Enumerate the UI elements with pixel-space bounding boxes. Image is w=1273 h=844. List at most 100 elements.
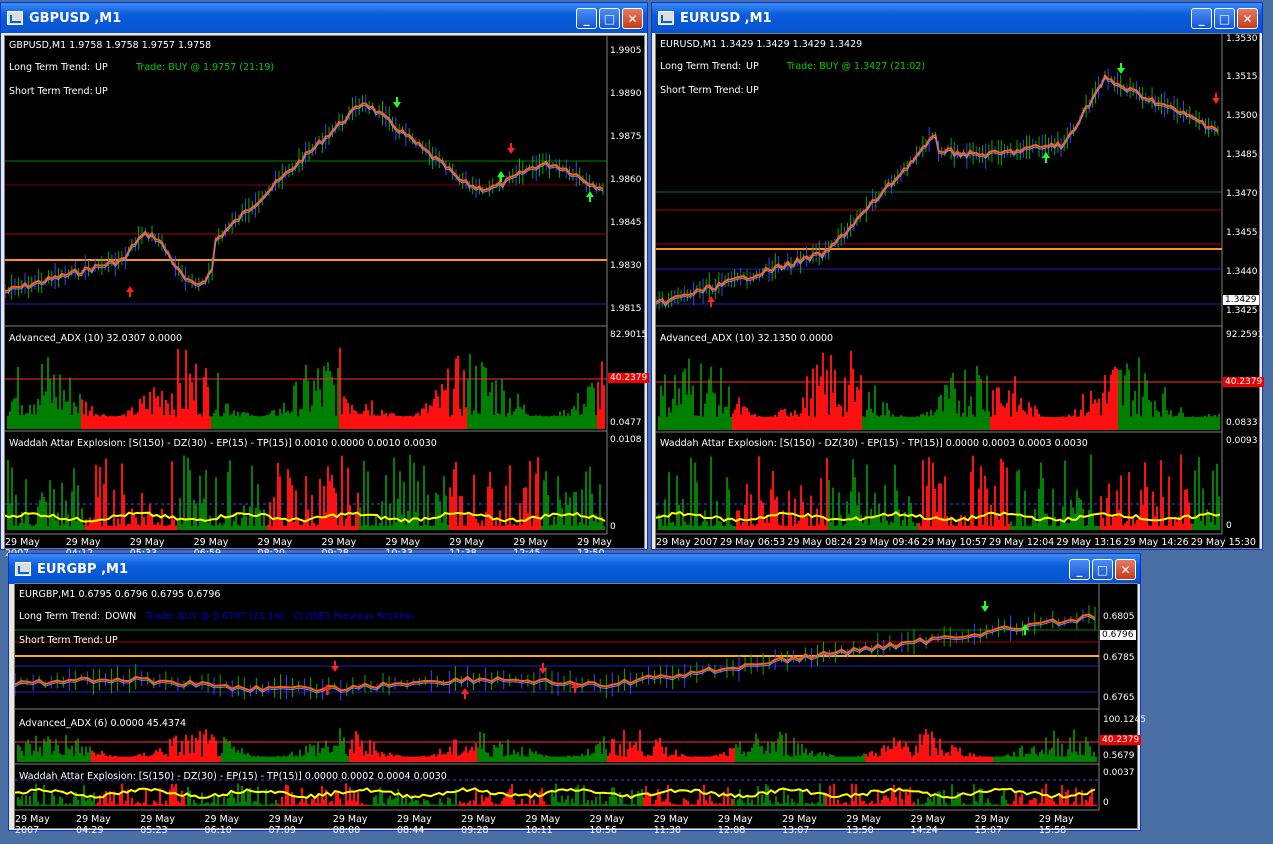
adx-bar [912, 416, 914, 430]
wae-bar [868, 525, 870, 530]
chart-canvas[interactable]: EURUSD,M1 1.3429 1.3429 1.3429 1.3429 Lo… [655, 33, 1265, 549]
adx-bar [1066, 416, 1068, 430]
chart-canvas[interactable]: GBPUSD,M1 1.9758 1.9758 1.9757 1.9758 Lo… [4, 35, 650, 559]
wae-bar [13, 525, 15, 530]
maximize-button[interactable]: □ [1092, 559, 1113, 580]
adx-bar [99, 416, 101, 429]
wae-bar [491, 801, 493, 806]
wae-bar [391, 799, 393, 806]
wae-bar [395, 797, 397, 806]
wae-bar [1170, 517, 1172, 530]
wae-bar [978, 488, 980, 530]
wae-bar [475, 790, 477, 806]
titlebar[interactable]: EURUSD ,M1 _ □ ✕ [652, 3, 1262, 33]
adx-bar [539, 754, 541, 762]
wae-bar [627, 804, 629, 806]
wae-bar [417, 481, 419, 530]
adx-bar [1040, 416, 1042, 430]
wae-bar [591, 800, 593, 806]
adx-bar [859, 756, 861, 762]
time-label: 29 May 09:46 [854, 537, 920, 548]
adx-bar [21, 405, 23, 429]
adx-bar [658, 416, 660, 430]
wae-bar [181, 790, 183, 806]
adx-bar [982, 409, 984, 430]
wae-bar [1050, 525, 1052, 530]
adx-bar [850, 350, 852, 430]
wae-bar [677, 804, 679, 806]
wae-bar [475, 518, 477, 530]
wae-bar [1010, 521, 1012, 530]
adx-bar [119, 756, 121, 762]
adx-bar [401, 756, 403, 762]
sell-arrow-icon [507, 143, 515, 154]
wae-bar [839, 804, 841, 806]
adx-bar [231, 413, 233, 429]
minimize-button[interactable]: _ [1069, 559, 1090, 580]
wae-bar [285, 525, 287, 530]
wae-bar [748, 525, 750, 530]
adx-bar [739, 741, 741, 762]
wae-bar [521, 798, 523, 806]
wae-bar [49, 804, 51, 806]
adx-bar [714, 393, 716, 430]
chart-canvas[interactable]: EURGBP,M1 0.6795 0.6796 0.6795 0.6796 Lo… [14, 583, 1146, 836]
wae-bar [355, 801, 357, 806]
maximize-button[interactable]: □ [1214, 8, 1235, 29]
adx-bar [335, 415, 337, 429]
adx-bar [883, 744, 885, 762]
wae-bar [327, 804, 329, 806]
adx-bar [59, 374, 61, 429]
minimize-button[interactable]: _ [1191, 8, 1212, 29]
adx-bar [746, 408, 748, 430]
adx-bar [1037, 755, 1039, 762]
wae-bar [1110, 525, 1112, 530]
adx-bar [986, 375, 988, 430]
chart-window-gbpusd[interactable]: GBPUSD ,M1 _ □ ✕ GBPUSD,M1 1.9758 1.9758… [0, 2, 650, 559]
adx-bar [1023, 756, 1025, 762]
chart-window-eurusd[interactable]: EURUSD ,M1 _ □ ✕ EURUSD,M1 1.3429 1.3429… [651, 2, 1265, 550]
titlebar[interactable]: EURGBP ,M1 _ □ ✕ [9, 554, 1140, 584]
close-button[interactable]: ✕ [1115, 559, 1136, 580]
adx-bar [259, 416, 261, 429]
wae-bar [477, 804, 479, 806]
adx-bar [509, 398, 511, 429]
wae-bar [417, 800, 419, 806]
close-button[interactable]: ✕ [622, 8, 643, 29]
wae-bar [724, 525, 726, 530]
titlebar[interactable]: GBPUSD ,M1 _ □ ✕ [1, 3, 647, 33]
adx-bar [383, 753, 385, 762]
wae-bar [813, 803, 815, 806]
minimize-button[interactable]: _ [576, 8, 597, 29]
adx-bar [1080, 409, 1082, 430]
adx-bar [341, 740, 343, 762]
time-label: 29 May 13:50 [846, 814, 882, 836]
adx-bar [938, 396, 940, 430]
adx-bar [1082, 394, 1084, 430]
adx-bar [309, 743, 311, 762]
close-button[interactable]: ✕ [1237, 8, 1258, 29]
wae-bar [27, 804, 29, 806]
wae-bar [1020, 515, 1022, 530]
adx-bar [397, 415, 399, 429]
wae-bar [481, 520, 483, 530]
adx-bar [1140, 416, 1142, 430]
wae-bar [537, 804, 539, 806]
adx-bar [63, 389, 65, 429]
adx-bar [505, 416, 507, 429]
adx-bar [503, 390, 505, 429]
buy-arrow-icon [707, 296, 715, 307]
wae-bar [67, 804, 69, 806]
adx-bar [339, 347, 341, 429]
adx-bar [521, 746, 523, 762]
price-tick: 1.3530 [1226, 34, 1258, 44]
wae-bar [1156, 506, 1158, 530]
wae-bar [347, 467, 349, 530]
wae-bar [703, 784, 705, 806]
wae-bar [535, 473, 537, 530]
maximize-button[interactable]: □ [599, 8, 620, 29]
current-price-label: 1.3429 [1223, 295, 1259, 305]
chart-window-eurgbp[interactable]: EURGBP ,M1 _ □ ✕ EURGBP,M1 0.6795 0.6796… [8, 553, 1146, 836]
wae-bar [583, 524, 585, 530]
buy-arrow-icon [461, 688, 469, 699]
